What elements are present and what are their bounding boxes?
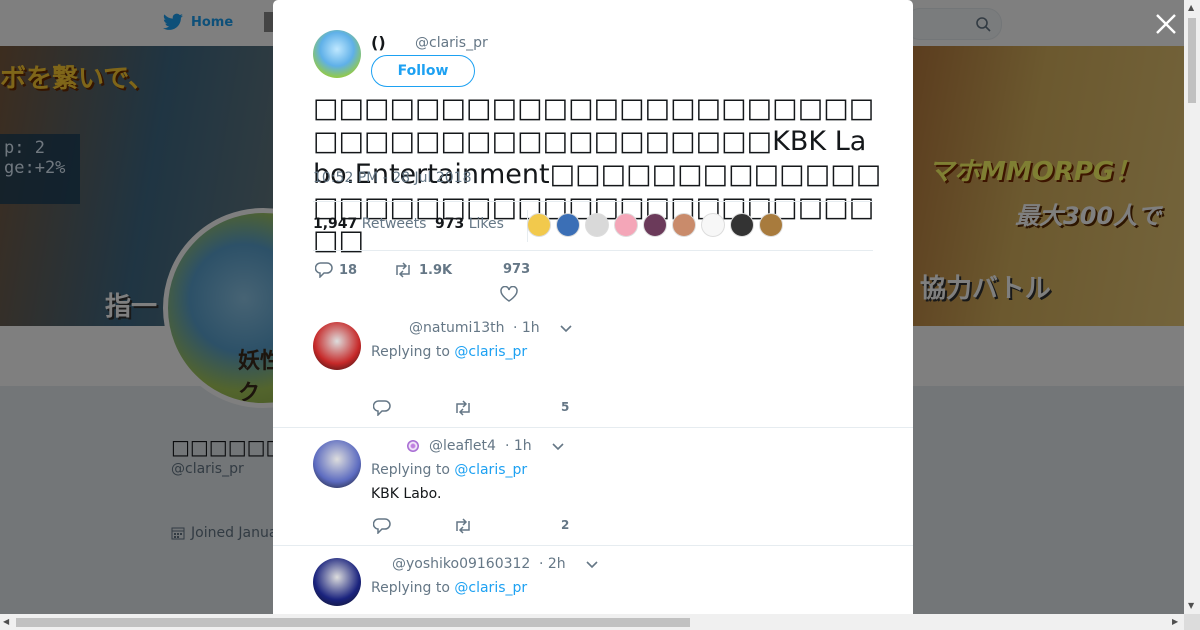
replying-to-link[interactable]: @claris_pr bbox=[454, 344, 527, 360]
heart-icon[interactable] bbox=[500, 286, 518, 302]
replying-to: Replying to @claris_pr bbox=[371, 462, 527, 478]
reply-icon[interactable] bbox=[373, 400, 391, 416]
reply-handle[interactable]: @yoshiko09160312 bbox=[392, 556, 530, 572]
retweet-icon[interactable] bbox=[453, 518, 473, 534]
reply-time[interactable]: · 1h bbox=[505, 438, 532, 454]
chevron-down-icon[interactable] bbox=[559, 324, 573, 334]
reply-count: 18 bbox=[339, 262, 358, 278]
vertical-scroll-thumb[interactable] bbox=[1188, 18, 1196, 103]
likes-stat[interactable]: 973 Likes bbox=[435, 216, 504, 232]
author-avatar[interactable] bbox=[313, 30, 361, 78]
liker-avatar[interactable] bbox=[701, 213, 725, 237]
retweet-icon[interactable] bbox=[453, 400, 473, 416]
tweet-stats: 1,947 Retweets 973 Likes bbox=[313, 201, 873, 251]
reply-tweet[interactable]: @natumi13th · 1h Replying to @claris_pr … bbox=[273, 310, 913, 428]
replying-to: Replying to @claris_pr bbox=[371, 344, 527, 360]
liker-avatar[interactable] bbox=[556, 213, 580, 237]
reply-handle[interactable]: @leaflet4 bbox=[429, 438, 496, 454]
vertical-scrollbar[interactable]: ▲ ▼ bbox=[1184, 0, 1200, 614]
chevron-down-icon[interactable] bbox=[585, 560, 599, 570]
reply-icon[interactable] bbox=[373, 518, 391, 534]
scroll-up-arrow-icon[interactable]: ▲ bbox=[1188, 3, 1194, 12]
reply-avatar[interactable] bbox=[313, 440, 361, 488]
tweet-modal: () @claris_pr Follow □□□□□□□□□□□□□□□□□□□… bbox=[273, 0, 913, 614]
author-name[interactable]: () bbox=[371, 33, 386, 52]
liker-avatar[interactable] bbox=[730, 213, 754, 237]
liker-avatar[interactable] bbox=[585, 213, 609, 237]
reply-actions: 5 bbox=[371, 400, 591, 420]
liker-avatar[interactable] bbox=[672, 213, 696, 237]
follow-button[interactable]: Follow bbox=[371, 55, 475, 87]
likes-label: Likes bbox=[468, 216, 504, 232]
badge-icon bbox=[407, 440, 419, 452]
like-count: 5 bbox=[561, 400, 570, 414]
reply-action[interactable]: 18 bbox=[315, 262, 357, 278]
reply-time[interactable]: · 1h bbox=[513, 320, 540, 336]
reply-tweet[interactable]: @leaflet4 · 1h Replying to @claris_pr KB… bbox=[273, 428, 913, 546]
liker-avatar[interactable] bbox=[527, 213, 551, 237]
scroll-left-arrow-icon[interactable]: ◀ bbox=[3, 617, 9, 626]
reply-avatar[interactable] bbox=[313, 558, 361, 606]
reply-time[interactable]: · 2h bbox=[539, 556, 566, 572]
retweet-icon bbox=[396, 262, 410, 278]
like-action[interactable]: 973 bbox=[503, 262, 530, 277]
retweet-action[interactable]: 1.9K bbox=[393, 262, 452, 278]
replying-prefix: Replying to bbox=[371, 344, 455, 360]
reply-handle[interactable]: @natumi13th bbox=[409, 320, 505, 336]
scroll-down-arrow-icon[interactable]: ▼ bbox=[1188, 601, 1194, 610]
likes-count: 973 bbox=[435, 216, 465, 232]
retweets-label: Retweets bbox=[361, 216, 427, 232]
tweet-actions: 18 1.9K 973 bbox=[313, 260, 613, 304]
liker-avatar[interactable] bbox=[643, 213, 667, 237]
scroll-right-arrow-icon[interactable]: ▶ bbox=[1172, 617, 1178, 626]
liker-avatar[interactable] bbox=[614, 213, 638, 237]
like-count: 2 bbox=[561, 518, 570, 532]
reply-icon bbox=[315, 262, 333, 278]
liker-avatar[interactable] bbox=[759, 213, 783, 237]
author-handle[interactable]: @claris_pr bbox=[415, 35, 488, 51]
reply-avatar[interactable] bbox=[313, 322, 361, 370]
retweet-count: 1.9K bbox=[419, 262, 453, 278]
replying-to-link[interactable]: @claris_pr bbox=[454, 580, 527, 596]
replying-to: Replying to @claris_pr bbox=[371, 580, 527, 596]
reply-text: KBK Labo. bbox=[371, 486, 442, 502]
scrollbar-corner bbox=[1184, 614, 1200, 630]
replying-prefix: Replying to bbox=[371, 580, 455, 596]
chevron-down-icon[interactable] bbox=[551, 442, 565, 452]
replying-to-link[interactable]: @claris_pr bbox=[454, 462, 527, 478]
replying-prefix: Replying to bbox=[371, 462, 455, 478]
horizontal-scroll-thumb[interactable] bbox=[16, 618, 690, 627]
reply-actions: 2 bbox=[371, 518, 591, 538]
tweet-timestamp[interactable]: 10:52 PM - 28 Jul 2018 bbox=[313, 170, 472, 186]
retweets-count: 1,947 bbox=[313, 216, 358, 232]
close-icon[interactable] bbox=[1154, 12, 1178, 36]
reply-tweet[interactable]: @yoshiko09160312 · 2h Replying to @clari… bbox=[273, 546, 913, 614]
like-count: 973 bbox=[503, 262, 531, 277]
retweets-stat[interactable]: 1,947 Retweets bbox=[313, 216, 426, 232]
horizontal-scrollbar[interactable]: ◀ ▶ bbox=[0, 614, 1184, 630]
